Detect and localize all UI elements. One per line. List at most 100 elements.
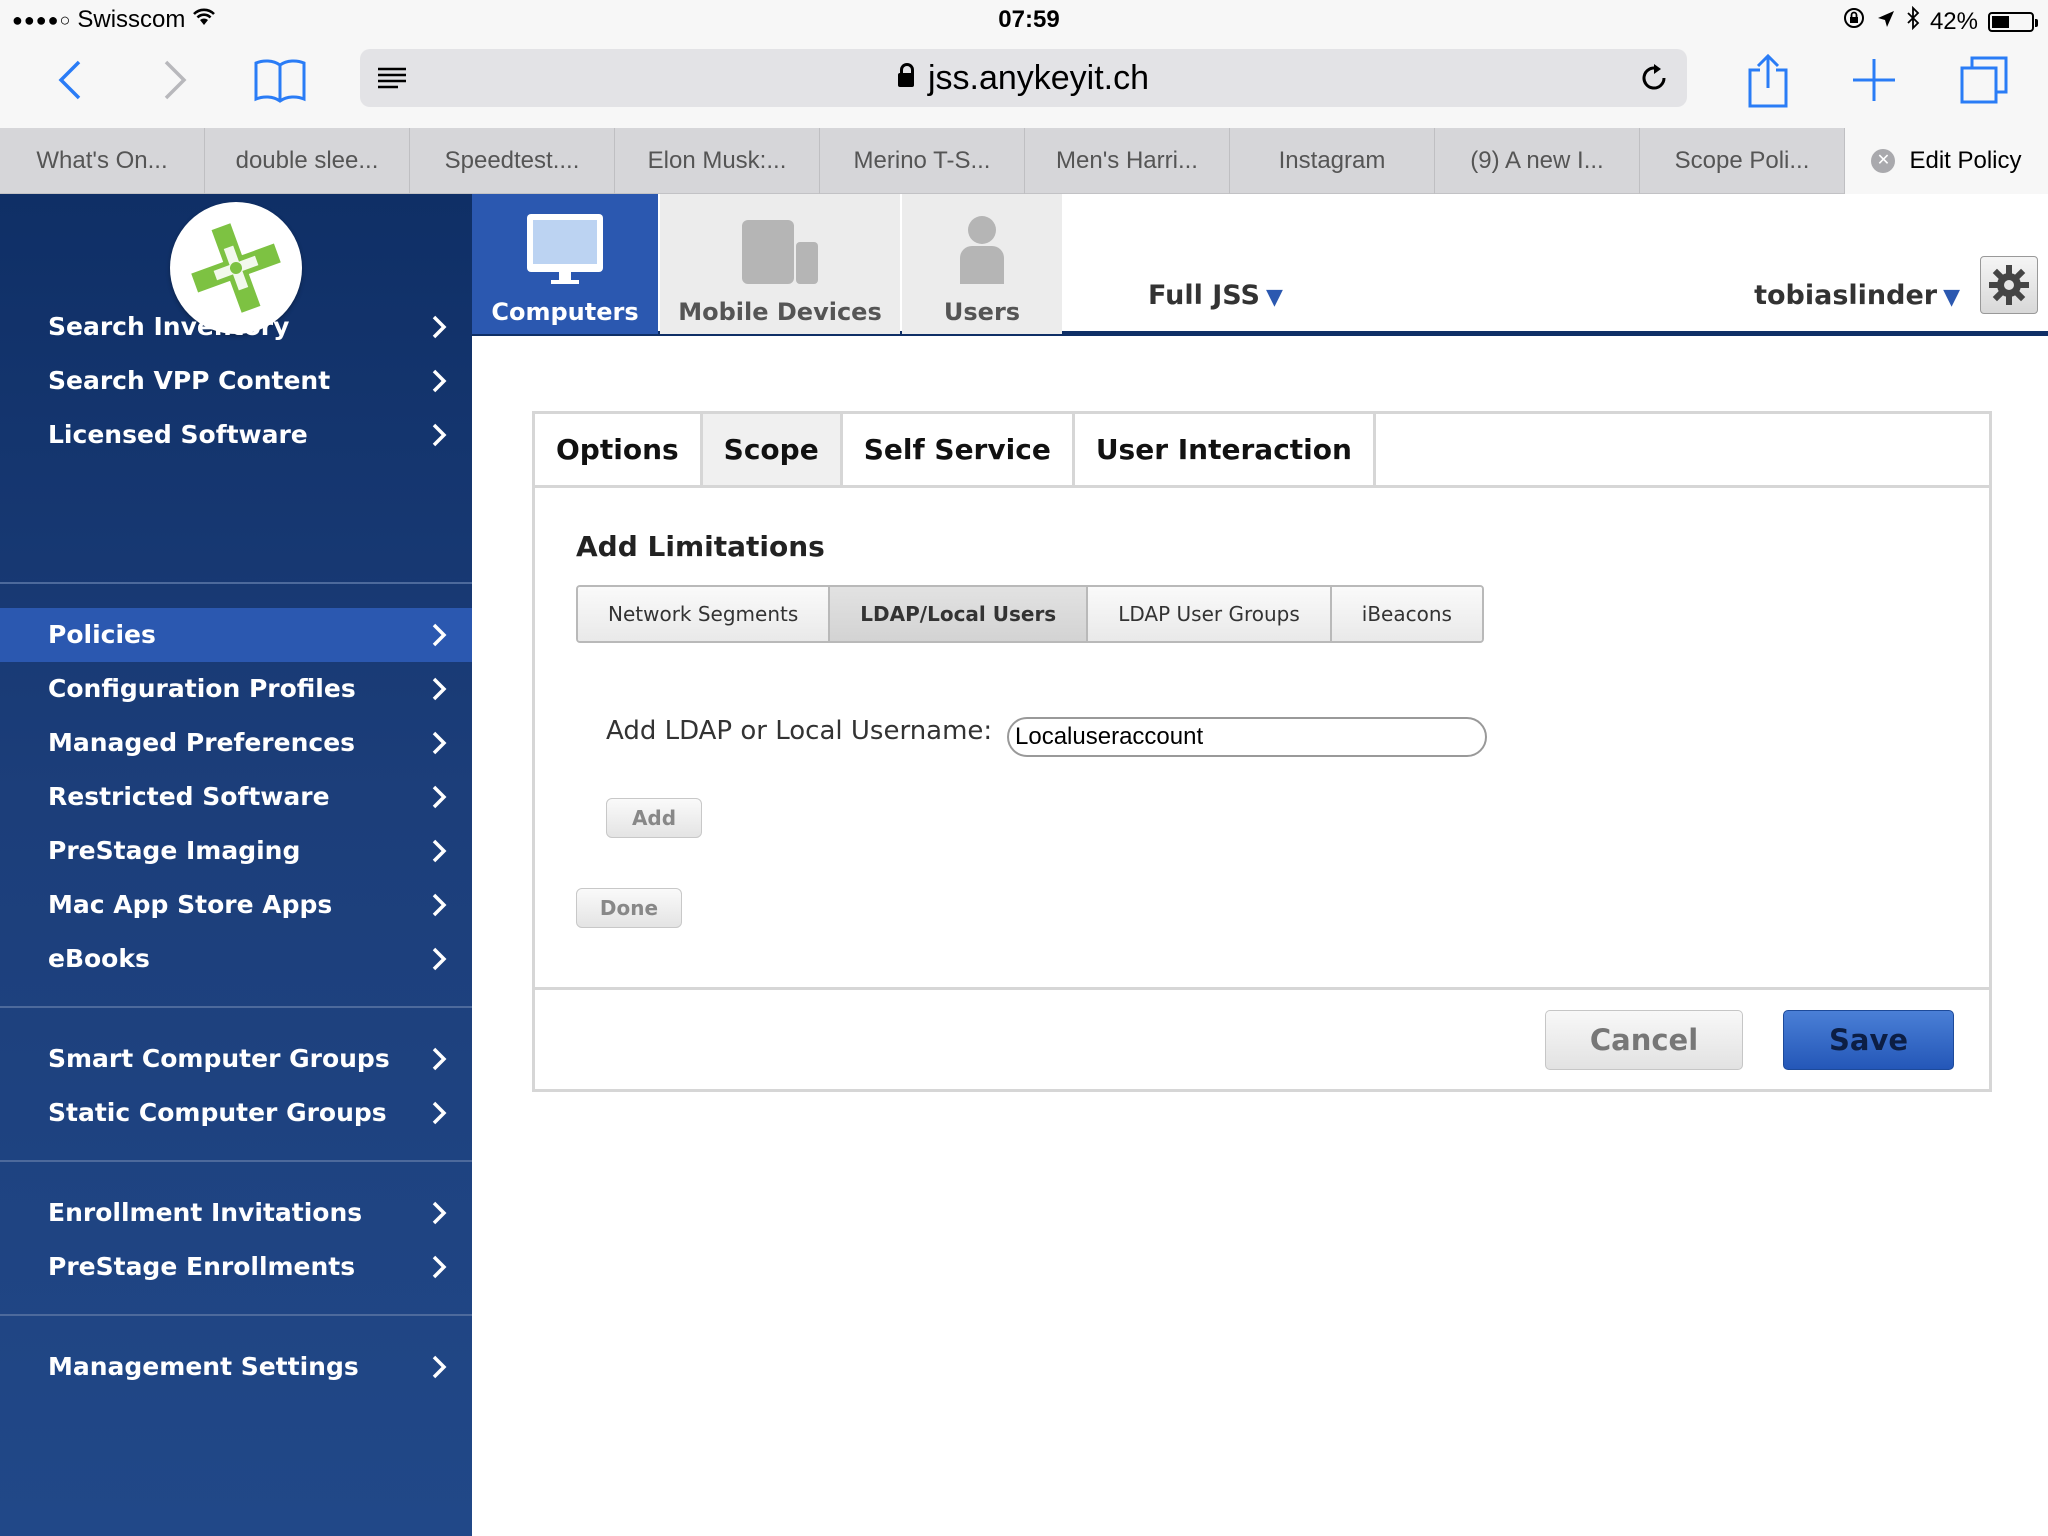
- bookmarks-button[interactable]: [250, 50, 310, 110]
- tab-self-service[interactable]: Self Service: [842, 414, 1075, 485]
- chevron-right-icon: [424, 932, 454, 986]
- sidebar-item-prestage-imaging[interactable]: PreStage Imaging: [0, 824, 472, 878]
- sidebar-item-prestage-enrollments[interactable]: PreStage Enrollments: [0, 1240, 472, 1294]
- tab-user-interaction[interactable]: User Interaction: [1074, 414, 1376, 485]
- site-label: Full JSS: [1148, 280, 1260, 311]
- reload-icon[interactable]: [1637, 61, 1671, 99]
- ldap-username-input[interactable]: [1007, 717, 1487, 757]
- sidebar-item-smart-computer-groups[interactable]: Smart Computer Groups: [0, 1032, 472, 1086]
- user-icon: [960, 216, 1004, 284]
- settings-button[interactable]: [1980, 256, 2038, 314]
- nav-group-settings: Management Settings: [0, 1340, 472, 1394]
- sidebar-item-managed-preferences[interactable]: Managed Preferences: [0, 716, 472, 770]
- nav-group-inventory: Search Inventory Search VPP Content Lice…: [0, 300, 472, 462]
- chevron-right-icon: [424, 1086, 454, 1140]
- browser-tab-active[interactable]: ✕ Edit Policy: [1845, 128, 2048, 194]
- segment-network-segments[interactable]: Network Segments: [578, 587, 831, 641]
- sidebar-item-policies[interactable]: Policies: [0, 608, 472, 662]
- chevron-right-icon: [424, 716, 454, 770]
- bluetooth-icon: [1906, 5, 1920, 37]
- nav-group-groups: Smart Computer Groups Static Computer Gr…: [0, 1032, 472, 1140]
- chevron-right-icon: [424, 300, 454, 354]
- gear-icon: [1989, 265, 2029, 305]
- sidebar-item-ebooks[interactable]: eBooks: [0, 932, 472, 986]
- sidebar-item-static-computer-groups[interactable]: Static Computer Groups: [0, 1086, 472, 1140]
- browser-tab[interactable]: Merino T-S...: [820, 128, 1025, 194]
- sidebar-item-restricted-software[interactable]: Restricted Software: [0, 770, 472, 824]
- tab-users[interactable]: Users: [902, 194, 1062, 334]
- dropdown-triangle-icon: ▼: [1943, 285, 1960, 310]
- forward-button[interactable]: [145, 50, 205, 110]
- chevron-right-icon: [424, 354, 454, 408]
- chevron-right-icon: [424, 608, 454, 662]
- sidebar-item-search-inventory[interactable]: Search Inventory: [0, 300, 472, 354]
- segment-ldap-user-groups[interactable]: LDAP User Groups: [1088, 587, 1332, 641]
- tab-scope[interactable]: Scope: [702, 414, 843, 485]
- sidebar-item-label: Search Inventory: [48, 312, 290, 341]
- mobile-devices-icon: [742, 220, 818, 284]
- site-selector[interactable]: Full JSS ▼: [1148, 280, 1283, 311]
- sidebar-item-mac-app-store-apps[interactable]: Mac App Store Apps: [0, 878, 472, 932]
- browser-tab[interactable]: Men's Harri...: [1025, 128, 1230, 194]
- sidebar-item-configuration-profiles[interactable]: Configuration Profiles: [0, 662, 472, 716]
- segment-ldap-local-users[interactable]: LDAP/Local Users: [830, 587, 1089, 641]
- clock: 07:59: [998, 6, 1060, 33]
- sidebar-item-label: Restricted Software: [48, 782, 330, 811]
- tab-computers[interactable]: Computers: [472, 194, 658, 334]
- ldap-username-label: Add LDAP or Local Username:: [606, 716, 993, 746]
- active-tab-label: Edit Policy: [1909, 147, 2022, 174]
- tab-mobile-devices[interactable]: Mobile Devices: [660, 194, 900, 334]
- sidebar-item-enrollment-invitations[interactable]: Enrollment Invitations: [0, 1186, 472, 1240]
- account-name: tobiaslinder: [1754, 280, 1938, 311]
- url-text: jss.anykeyit.ch: [927, 59, 1150, 97]
- close-tab-icon[interactable]: ✕: [1871, 149, 1896, 173]
- chevron-right-icon: [424, 878, 454, 932]
- tab-computers-label: Computers: [491, 298, 639, 326]
- sidebar-item-label: Enrollment Invitations: [48, 1198, 363, 1227]
- browser-tab[interactable]: What's On...: [0, 128, 205, 194]
- account-menu[interactable]: tobiaslinder ▼: [1754, 280, 1960, 311]
- policy-tabs: Options Scope Self Service User Interact…: [535, 414, 1989, 488]
- done-button[interactable]: Done: [576, 888, 682, 928]
- add-button[interactable]: Add: [606, 798, 702, 838]
- browser-tab[interactable]: Speedtest....: [410, 128, 615, 194]
- sidebar-item-label: PreStage Enrollments: [48, 1252, 356, 1281]
- sidebar-item-label: Static Computer Groups: [48, 1098, 387, 1127]
- sidebar-item-label: Mac App Store Apps: [48, 890, 333, 919]
- share-button[interactable]: [1738, 50, 1798, 110]
- address-bar[interactable]: jss.anykeyit.ch: [360, 49, 1687, 107]
- new-tab-button[interactable]: [1844, 50, 1904, 110]
- sidebar-item-label: Policies: [48, 620, 156, 649]
- chevron-right-icon: [424, 1340, 454, 1394]
- back-button[interactable]: [40, 50, 100, 110]
- sidebar-item-label: Search VPP Content: [48, 366, 331, 395]
- browser-tab[interactable]: (9) A new I...: [1435, 128, 1640, 194]
- orientation-lock-icon: [1842, 6, 1866, 37]
- sidebar-item-label: Management Settings: [48, 1352, 359, 1381]
- computer-icon: [527, 214, 603, 284]
- tab-options[interactable]: Options: [535, 414, 703, 485]
- save-button[interactable]: Save: [1783, 1010, 1954, 1070]
- cancel-button[interactable]: Cancel: [1545, 1010, 1743, 1070]
- sidebar-divider: [0, 1006, 472, 1008]
- browser-tab[interactable]: Scope Poli...: [1640, 128, 1845, 194]
- sidebar-item-label: Licensed Software: [48, 420, 308, 449]
- sidebar-divider: [0, 582, 472, 584]
- chevron-right-icon: [424, 662, 454, 716]
- sidebar-item-management-settings[interactable]: Management Settings: [0, 1340, 472, 1394]
- browser-tab[interactable]: Elon Musk:...: [615, 128, 820, 194]
- battery-icon: [1988, 11, 2038, 32]
- sidebar-item-licensed-software[interactable]: Licensed Software: [0, 408, 472, 462]
- battery-percent: 42%: [1929, 7, 1978, 35]
- limitation-type-selector: Network Segments LDAP/Local Users LDAP U…: [576, 585, 1484, 643]
- segment-ibeacons[interactable]: iBeacons: [1331, 587, 1482, 641]
- browser-tab[interactable]: double slee...: [205, 128, 410, 194]
- chevron-right-icon: [424, 1240, 454, 1294]
- sidebar-item-search-vpp-content[interactable]: Search VPP Content: [0, 354, 472, 408]
- status-bar: ●●●●○ Swisscom 07:59 42%: [0, 0, 2048, 42]
- tabs-overview-button[interactable]: [1954, 50, 2014, 110]
- sidebar-item-label: Configuration Profiles: [48, 674, 356, 703]
- browser-tab[interactable]: Instagram: [1230, 128, 1435, 194]
- lock-icon: [897, 63, 914, 87]
- chevron-right-icon: [424, 770, 454, 824]
